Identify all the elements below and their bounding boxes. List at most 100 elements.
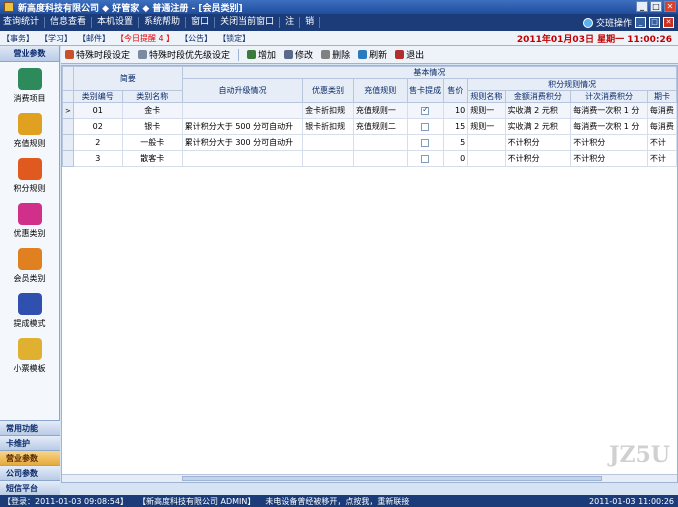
cell-discount[interactable] <box>302 134 354 151</box>
cell-count-points[interactable]: 不计积分 <box>570 134 648 151</box>
cell-code[interactable]: 01 <box>72 102 123 119</box>
cell-period[interactable]: 每消费 <box>646 102 677 119</box>
special-priority-button[interactable]: 特殊时段优先级设定 <box>138 48 230 61</box>
commission-checkbox[interactable] <box>421 138 430 147</box>
member-type-grid[interactable]: 简要 基本情况 自动升级情况 优惠类别 充值规则 售卡提成 售价 积分规则情况 … <box>61 65 678 483</box>
cell-amount-points[interactable]: 不计积分 <box>504 150 572 167</box>
menu-settings[interactable]: 本机设置 <box>92 17 140 28</box>
menu-window[interactable]: 窗口 <box>186 17 216 28</box>
child-restore-button[interactable]: □ <box>649 17 660 28</box>
cell-rule-name[interactable] <box>467 134 506 151</box>
special-period-button[interactable]: 特殊时段设定 <box>65 48 130 61</box>
cell-period[interactable]: 不计 <box>646 150 677 167</box>
cell-recharge[interactable] <box>352 150 408 167</box>
cell-name[interactable]: 散客卡 <box>121 150 183 167</box>
commission-checkbox[interactable] <box>421 105 430 115</box>
sidebar-item-member-type[interactable]: 会员类别 <box>0 242 59 287</box>
cell-rule-name[interactable]: 规则一 <box>467 118 506 135</box>
header-upgrade[interactable]: 自动升级情况 <box>181 78 304 103</box>
add-button[interactable]: 增加 <box>247 48 276 61</box>
header-price[interactable]: 售价 <box>442 78 469 103</box>
cell-upgrade[interactable] <box>181 102 304 119</box>
cell-period[interactable]: 每消费 <box>646 118 677 135</box>
sidebar-item-receipt[interactable]: 小票模板 <box>0 332 59 377</box>
tab-mail[interactable]: 【邮件】 <box>78 33 110 44</box>
cell-count-points[interactable]: 每消费一次积 1 分 <box>570 118 648 135</box>
cell-count-points[interactable]: 不计积分 <box>570 150 648 167</box>
cell-period[interactable]: 不计 <box>646 134 677 151</box>
cell-rule-name[interactable] <box>467 150 506 167</box>
status-message[interactable]: 未电设备曾经被移开，点按我，重新联接 <box>265 496 409 507</box>
table-row[interactable]: 3 散客卡 0 不计积分 不计积分 不计 <box>62 150 677 167</box>
sidebar-item-consume[interactable]: 消费项目 <box>0 62 59 107</box>
cell-commission[interactable] <box>406 102 444 119</box>
shift-swap-button[interactable]: 交班操作 <box>596 16 632 29</box>
header-rule-name[interactable]: 规则名称 <box>467 90 506 103</box>
category-company-params[interactable]: 公司参数 <box>0 465 60 480</box>
cell-code[interactable]: 3 <box>72 150 123 167</box>
header-amount-points[interactable]: 金额消费积分 <box>504 90 572 103</box>
category-business-params[interactable]: 营业参数 <box>0 450 60 465</box>
cell-discount[interactable]: 金卡折扣规 <box>302 102 354 119</box>
cell-count-points[interactable]: 每消费一次积 1 分 <box>570 102 648 119</box>
table-row[interactable]: > 01 金卡 金卡折扣规 充值规则一 10 规则一 实收满 2 元积 每消费一… <box>62 102 677 119</box>
cell-name[interactable]: 银卡 <box>121 118 183 135</box>
tab-study[interactable]: 【学习】 <box>40 33 72 44</box>
menu-help[interactable]: 系统帮助 <box>139 17 187 28</box>
sidebar-item-recharge[interactable]: 充值规则 <box>0 107 59 152</box>
shift-swap-icon[interactable] <box>582 17 593 28</box>
header-commission[interactable]: 售卡提成 <box>406 78 444 103</box>
child-minimize-button[interactable]: _ <box>635 17 646 28</box>
tab-reminder[interactable]: 【今日提醒 4 】 <box>116 33 174 44</box>
delete-button[interactable]: 删除 <box>321 48 350 61</box>
minimize-button[interactable]: _ <box>636 1 648 12</box>
cell-price[interactable]: 10 <box>442 102 469 119</box>
scrollbar-thumb[interactable] <box>182 476 602 481</box>
header-code[interactable]: 类别编号 <box>72 90 123 103</box>
cell-price[interactable]: 15 <box>442 118 469 135</box>
category-sms[interactable]: 短信平台 <box>0 480 60 495</box>
cell-recharge[interactable]: 充值规则一 <box>352 102 408 119</box>
menu-info[interactable]: 信息查看 <box>45 17 93 28</box>
cell-name[interactable]: 金卡 <box>121 102 183 119</box>
cell-commission[interactable] <box>406 150 444 167</box>
cell-code[interactable]: 2 <box>72 134 123 151</box>
tab-notice[interactable]: 【公告】 <box>180 33 212 44</box>
refresh-button[interactable]: 刷新 <box>358 48 387 61</box>
header-period[interactable]: 期卡 <box>646 90 677 103</box>
sidebar-item-points[interactable]: 积分规则 <box>0 152 59 197</box>
cell-discount[interactable]: 银卡折扣规 <box>302 118 354 135</box>
menu-logout-2[interactable]: 销 <box>300 17 321 28</box>
cell-name[interactable]: 一般卡 <box>121 134 183 151</box>
cell-recharge[interactable] <box>352 134 408 151</box>
menu-logout-1[interactable]: 注 <box>280 17 301 28</box>
cell-rule-name[interactable]: 规则一 <box>467 102 506 119</box>
cell-upgrade[interactable] <box>181 150 304 167</box>
cell-price[interactable]: 5 <box>442 134 469 151</box>
cell-price[interactable]: 0 <box>442 150 469 167</box>
tab-affairs[interactable]: 【事务】 <box>2 33 34 44</box>
cell-amount-points[interactable]: 不计积分 <box>504 134 572 151</box>
horizontal-scrollbar[interactable] <box>62 474 677 482</box>
sidebar-item-discount[interactable]: 优惠类别 <box>0 197 59 242</box>
category-common[interactable]: 常用功能 <box>0 420 60 435</box>
table-row[interactable]: 2 一般卡 累计积分大于 300 分可自动升 5 不计积分 不计积分 不计 <box>62 134 677 151</box>
maximize-button[interactable]: □ <box>650 1 662 12</box>
commission-checkbox[interactable] <box>421 154 430 163</box>
cell-commission[interactable] <box>406 118 444 135</box>
child-close-button[interactable]: ✕ <box>663 17 674 28</box>
cell-amount-points[interactable]: 实收满 2 元积 <box>504 118 572 135</box>
cell-recharge[interactable]: 充值规则二 <box>352 118 408 135</box>
commission-checkbox[interactable] <box>421 122 430 131</box>
exit-button[interactable]: 退出 <box>395 48 424 61</box>
cell-discount[interactable] <box>302 150 354 167</box>
header-discount[interactable]: 优惠类别 <box>302 78 354 103</box>
cell-commission[interactable] <box>406 134 444 151</box>
header-count-points[interactable]: 计次消费积分 <box>570 90 648 103</box>
menu-query[interactable]: 查询统计 <box>0 17 46 28</box>
header-name[interactable]: 类别名称 <box>121 90 183 103</box>
table-row[interactable]: 02 银卡 累计积分大于 500 分可自动升 银卡折扣规 充值规则二 15 规则… <box>62 118 677 135</box>
category-card-maintenance[interactable]: 卡维护 <box>0 435 60 450</box>
header-recharge[interactable]: 充值规则 <box>352 78 408 103</box>
sidebar-item-commission[interactable]: 提成模式 <box>0 287 59 332</box>
